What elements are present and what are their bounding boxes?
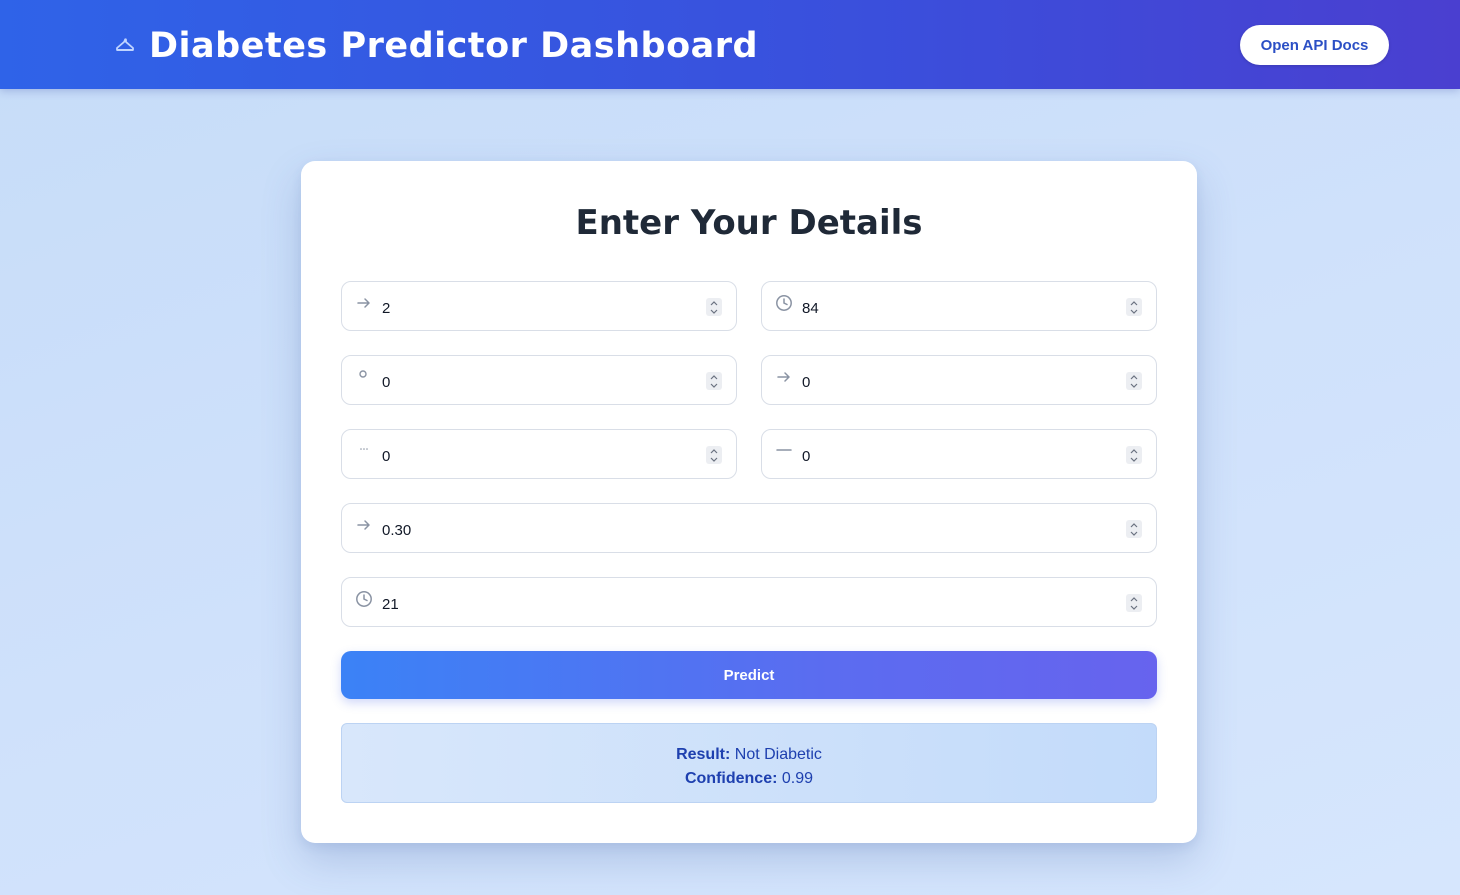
spinner-arrows[interactable] (706, 298, 722, 316)
result-panel: Result: Not Diabetic Confidence: 0.99 (341, 723, 1157, 803)
minus-icon (775, 442, 793, 460)
field-8 (341, 577, 1157, 627)
number-input[interactable] (382, 444, 686, 468)
field-1 (341, 281, 737, 331)
open-api-docs-button[interactable]: Open API Docs (1240, 25, 1389, 65)
arrow-right-icon (355, 516, 373, 534)
field-7 (341, 503, 1157, 553)
spinner-arrows[interactable] (706, 372, 722, 390)
brand: Diabetes Predictor Dashboard (113, 24, 758, 68)
number-input[interactable] (802, 370, 1106, 394)
number-input[interactable] (382, 296, 686, 320)
predict-button[interactable]: Predict (341, 651, 1157, 699)
arrow-right-icon (775, 368, 793, 386)
spinner-arrows[interactable] (1126, 520, 1142, 538)
chevron-down-icon (710, 457, 718, 462)
dashboard-title: Diabetes Predictor Dashboard (149, 26, 759, 66)
chevron-up-icon (710, 374, 718, 380)
clock-icon (355, 590, 373, 608)
chevron-down-icon (710, 309, 718, 314)
spinner-arrows[interactable] (1126, 298, 1142, 316)
field-4 (761, 355, 1157, 405)
top-header: Diabetes Predictor Dashboard Open API Do… (0, 0, 1460, 89)
field-2 (761, 281, 1157, 331)
number-input[interactable] (382, 592, 1106, 616)
chevron-down-icon (1130, 605, 1138, 610)
number-input[interactable] (382, 370, 686, 394)
spinner-arrows[interactable] (1126, 446, 1142, 464)
confidence-line: Confidence: 0.99 (342, 767, 1156, 791)
spinner-arrows[interactable] (706, 446, 722, 464)
chevron-up-icon (1130, 448, 1138, 454)
number-input[interactable] (382, 518, 1106, 542)
number-input[interactable] (802, 444, 1106, 468)
chevron-down-icon (1130, 457, 1138, 462)
spinner-arrows[interactable] (1126, 372, 1142, 390)
chevron-up-icon (1130, 522, 1138, 528)
chevron-up-icon (1130, 374, 1138, 380)
confidence-label: Confidence: (684, 770, 778, 787)
field-3 (341, 355, 737, 405)
details-card: Enter Your Details 2 84 0 0 0 0 0.30 21 … (301, 161, 1197, 843)
chevron-up-icon (1130, 596, 1138, 602)
chevron-down-icon (1130, 309, 1138, 314)
result-value: Not Diabetic (734, 746, 822, 763)
field-5 (341, 429, 737, 479)
ellipsis-icon (355, 442, 373, 460)
chevron-up-icon (1130, 300, 1138, 306)
chevron-down-icon (1130, 383, 1138, 388)
chevron-up-icon (710, 448, 718, 454)
circle-icon (355, 368, 373, 386)
confidence-value: 0.99 (781, 770, 814, 787)
clock-icon (775, 294, 793, 312)
chevron-down-icon (710, 383, 718, 388)
spinner-arrows[interactable] (1126, 594, 1142, 612)
number-input[interactable] (802, 296, 1106, 320)
field-6 (761, 429, 1157, 479)
form-heading: Enter Your Details (575, 203, 923, 243)
result-label: Result: (676, 746, 731, 763)
result-line: Result: Not Diabetic (342, 743, 1156, 767)
chevron-down-icon (1130, 531, 1138, 536)
syringe-icon (113, 34, 137, 58)
chevron-up-icon (710, 300, 718, 306)
arrow-right-icon (355, 294, 373, 312)
